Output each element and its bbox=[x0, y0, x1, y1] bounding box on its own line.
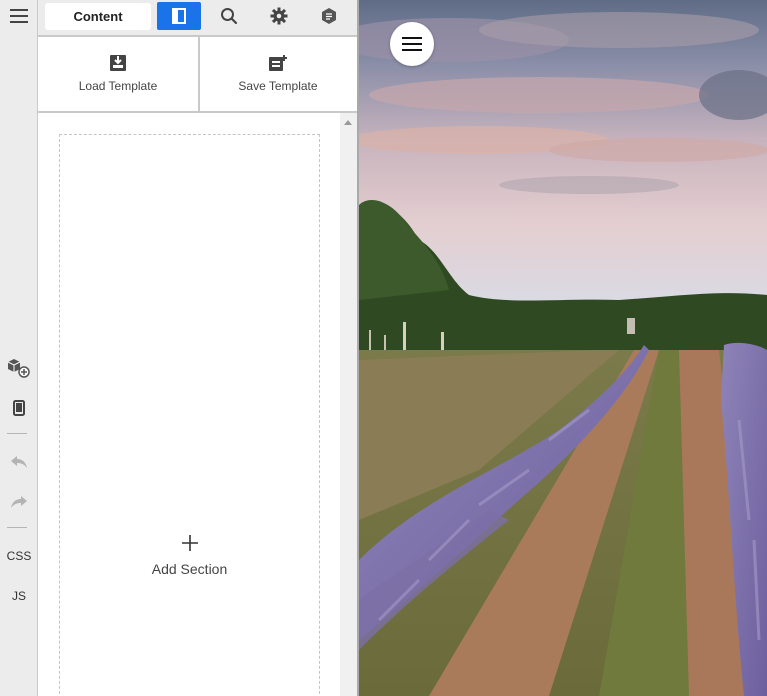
mobile-device-icon bbox=[13, 400, 25, 416]
gear-icon bbox=[270, 7, 288, 25]
lavender-field-photo bbox=[359, 0, 767, 696]
undo-button[interactable] bbox=[0, 446, 38, 478]
js-button[interactable]: JS bbox=[0, 580, 38, 612]
left-toolbar: CSS JS bbox=[0, 0, 38, 696]
layout-icon bbox=[172, 8, 186, 24]
js-label: JS bbox=[11, 589, 26, 603]
mobile-view-button[interactable] bbox=[0, 392, 38, 424]
add-block-icon bbox=[7, 359, 30, 378]
toolbar-divider bbox=[7, 527, 27, 528]
hamburger-icon bbox=[10, 9, 28, 23]
tab-extras[interactable] bbox=[309, 2, 349, 30]
load-template-button[interactable]: Load Template bbox=[38, 37, 198, 111]
canvas-panel: Add Section bbox=[38, 113, 358, 696]
save-template-icon bbox=[269, 55, 287, 71]
tab-content[interactable]: Content bbox=[45, 3, 151, 30]
css-label: CSS bbox=[6, 549, 32, 563]
plus-icon bbox=[181, 535, 198, 551]
hexagon-icon bbox=[322, 8, 336, 24]
tab-search[interactable] bbox=[209, 2, 249, 30]
hamburger-menu-button[interactable] bbox=[0, 0, 38, 32]
panel-tab-bar: Content bbox=[38, 0, 358, 37]
page-preview bbox=[359, 0, 767, 696]
hamburger-icon bbox=[402, 37, 422, 51]
tab-layout[interactable] bbox=[157, 2, 201, 30]
tab-settings[interactable] bbox=[259, 2, 299, 30]
panel-scrollbar[interactable] bbox=[340, 113, 358, 696]
load-template-icon bbox=[110, 55, 126, 71]
add-section-button[interactable]: Add Section bbox=[60, 534, 319, 577]
load-template-label: Load Template bbox=[78, 79, 158, 93]
section-dropzone[interactable]: Add Section bbox=[59, 134, 320, 696]
save-template-label: Save Template bbox=[238, 79, 318, 93]
search-icon bbox=[221, 8, 238, 25]
undo-icon bbox=[11, 456, 27, 468]
template-actions: Load Template Save Template bbox=[38, 37, 358, 113]
preview-menu-button[interactable] bbox=[390, 22, 434, 66]
save-template-button[interactable]: Save Template bbox=[198, 37, 358, 111]
toolbar-divider bbox=[7, 433, 27, 434]
add-section-label: Add Section bbox=[151, 561, 228, 577]
css-button[interactable]: CSS bbox=[0, 540, 38, 572]
redo-icon bbox=[11, 496, 27, 508]
redo-button[interactable] bbox=[0, 486, 38, 518]
add-block-button[interactable] bbox=[0, 352, 38, 384]
scroll-up-arrow-icon[interactable] bbox=[344, 120, 352, 125]
